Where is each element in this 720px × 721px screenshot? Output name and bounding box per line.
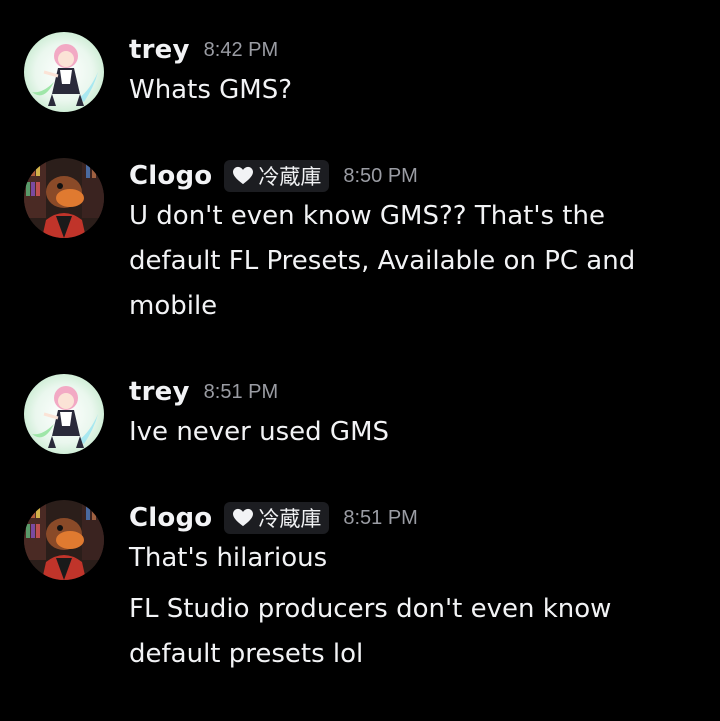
timestamp[interactable]: 8:51 PM [343,507,417,530]
heart-icon [233,508,254,527]
heart-icon [233,166,254,185]
cartoon-character-avatar-icon [24,158,104,238]
role-tag[interactable]: 冷蔵庫 [224,502,330,534]
avatar[interactable] [24,374,104,454]
avatar[interactable] [24,32,104,112]
timestamp[interactable]: 8:50 PM [343,165,417,188]
anime-girl-avatar-icon [24,32,104,112]
avatar[interactable] [24,158,104,238]
message-header: Clogo 冷蔵庫 8:51 PM [129,500,700,536]
message-header: trey 8:42 PM [129,32,700,68]
avatar[interactable] [24,500,104,580]
message-header: trey 8:51 PM [129,374,700,410]
timestamp[interactable]: 8:51 PM [204,381,278,404]
chat-log: trey 8:42 PM Whats GMS? Clogo 冷蔵庫 8:50 P… [0,0,720,721]
message-content: trey 8:51 PM Ive never used GMS [129,374,700,455]
message-text: U don't even know GMS?? That's the defau… [129,201,636,321]
message-text: Whats GMS? [129,75,293,105]
role-tag-label: 冷蔵庫 [258,165,322,189]
role-tag-label: 冷蔵庫 [258,507,322,531]
message-text: That's hilarious [129,543,328,573]
username[interactable]: trey [129,377,190,407]
anime-girl-avatar-icon [24,374,104,454]
message-content: trey 8:42 PM Whats GMS? [129,32,700,113]
timestamp[interactable]: 8:42 PM [204,39,278,62]
cartoon-character-avatar-icon [24,500,104,580]
message-text: Ive never used GMS [129,417,389,447]
username[interactable]: trey [129,35,190,65]
message-text: FL Studio producers don't even know defa… [129,594,612,669]
message-header: Clogo 冷蔵庫 8:50 PM [129,158,700,194]
username[interactable]: Clogo [129,161,212,191]
message-content: Clogo 冷蔵庫 8:51 PM That's hilarious FL St… [129,500,700,677]
username[interactable]: Clogo [129,503,212,533]
role-tag[interactable]: 冷蔵庫 [224,160,330,192]
message-content: Clogo 冷蔵庫 8:50 PM U don't even know GMS?… [129,158,700,329]
